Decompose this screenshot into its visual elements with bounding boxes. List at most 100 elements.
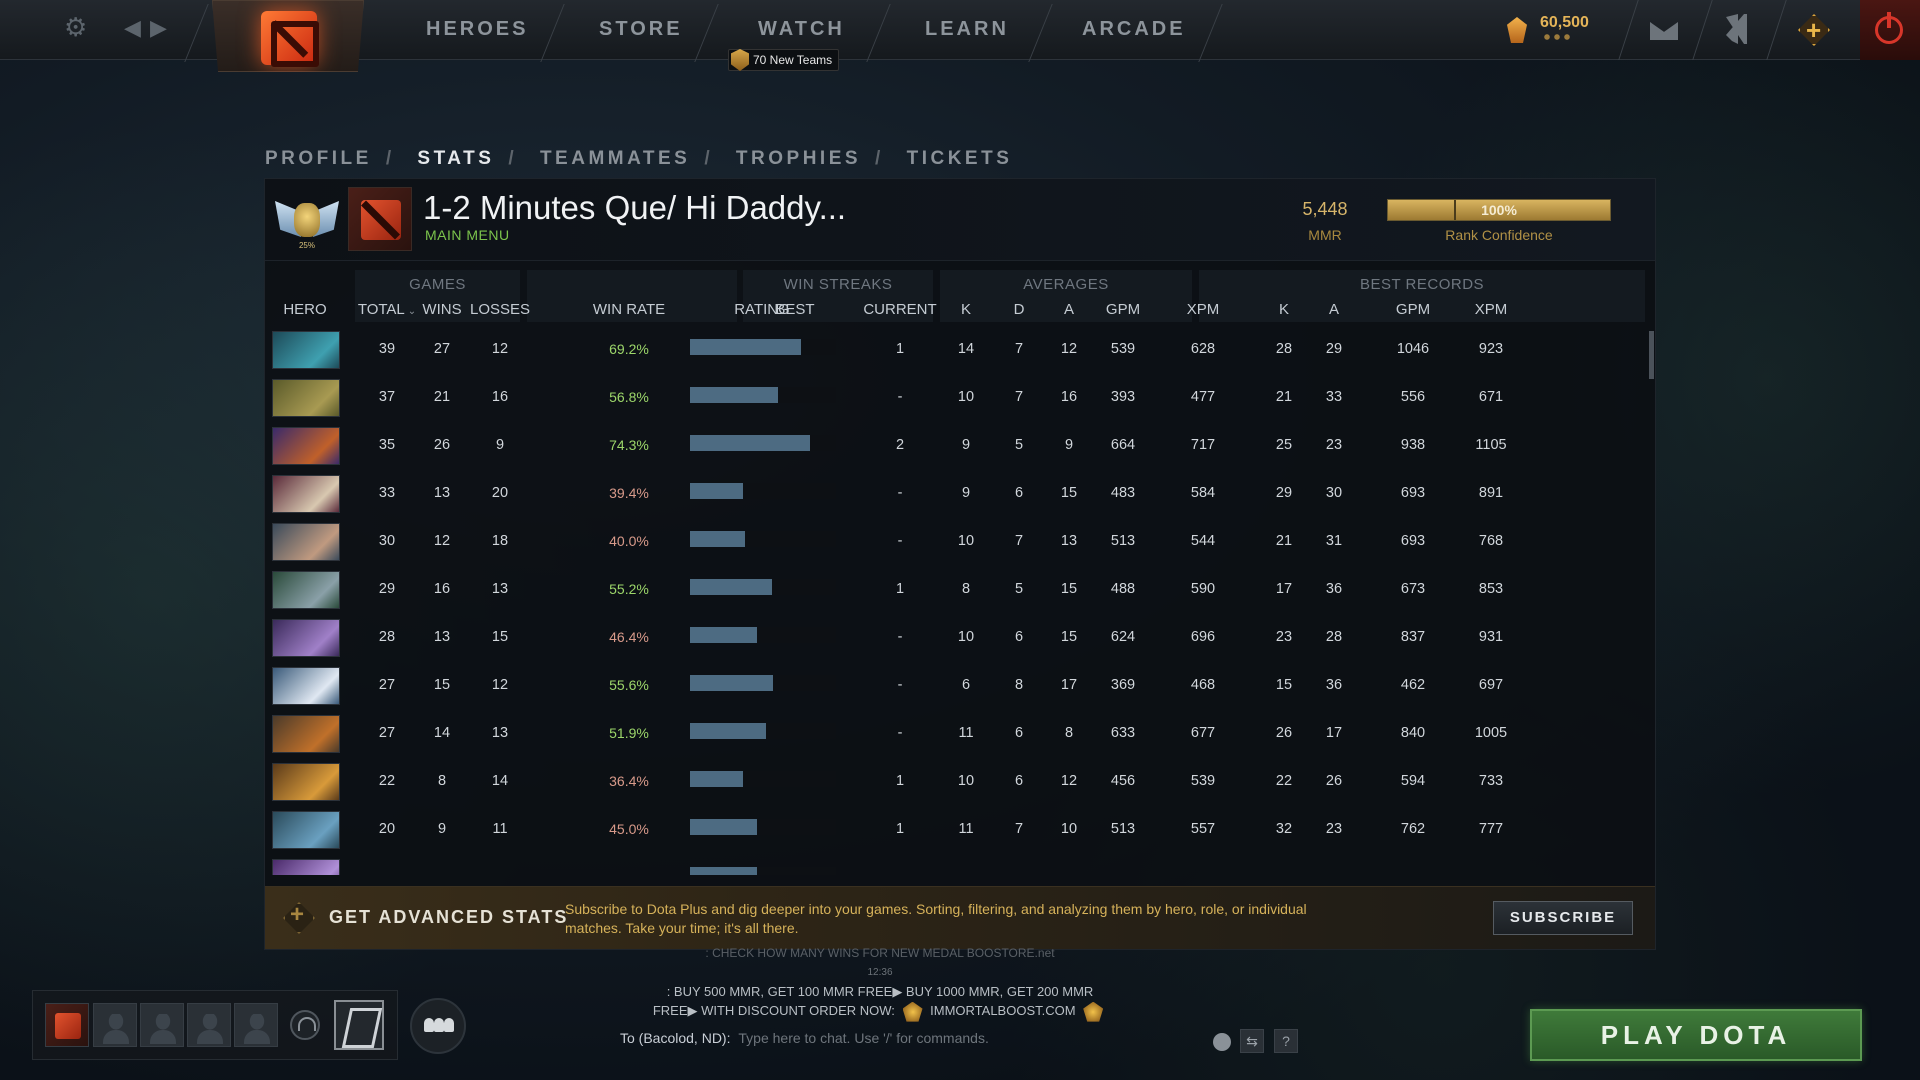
nav-store[interactable]: STORE [599, 18, 683, 41]
table-row[interactable]: 2714135-11686336772617840100551.9% [265, 711, 1655, 759]
chat-line: FREE▶ WITH DISCOUNT ORDER NOW: IMMORTALB… [600, 1001, 1160, 1022]
hero-portrait[interactable] [272, 523, 340, 561]
person-icon [424, 1018, 434, 1032]
group-title-games: GAMES [409, 276, 466, 293]
scrollbar-thumb[interactable] [1649, 331, 1654, 379]
cell-bk: 28 [1275, 341, 1293, 357]
table-row[interactable]: 228142110612456539222659473336.4% [265, 759, 1655, 807]
party-slot-empty[interactable] [93, 1003, 137, 1047]
chat-input[interactable]: To (Bacolod, ND): Type here to chat. Use… [620, 1030, 989, 1046]
cell-gpm: 456 [1110, 773, 1136, 789]
table-row[interactable]: 3721166-10716393477213355667156.8% [265, 375, 1655, 423]
party-slot-empty[interactable] [140, 1003, 184, 1047]
cell-total: 37 [378, 389, 396, 405]
nav-learn[interactable]: LEARN [925, 18, 1009, 41]
table-row[interactable]: 2715128-6817369468153646269755.6% [265, 663, 1655, 711]
col-best-a[interactable]: A [1319, 301, 1349, 318]
nav-watch[interactable]: WATCH [758, 18, 845, 41]
nav-arcade[interactable]: ARCADE [1082, 18, 1186, 41]
nav-heroes[interactable]: HEROES [426, 18, 528, 41]
table-row[interactable]: 291613418515488590173667385355.2% [265, 567, 1655, 615]
tab-stats[interactable]: STATS [417, 148, 494, 169]
hero-portrait[interactable] [272, 763, 340, 801]
shards-balance[interactable]: 60,500 [1540, 14, 1589, 32]
rank-confidence-value: 100% [1481, 202, 1517, 218]
rank-percent: 25% [298, 241, 315, 250]
cell-bk: 32 [1275, 821, 1293, 837]
cell-bxpm: 931 [1478, 629, 1504, 645]
cell-current: 1 [895, 821, 905, 837]
cell-wins: 21 [433, 389, 451, 405]
cell-gpm: 513 [1110, 533, 1136, 549]
cell-gpm: 539 [1110, 341, 1136, 357]
armory-icon[interactable] [1726, 14, 1747, 44]
cell-wins: 27 [433, 341, 451, 357]
table-row[interactable]: 209113111710513557322376277745.0% [265, 807, 1655, 855]
cell-losses: 9 [495, 437, 505, 453]
emoticon-icon[interactable] [1213, 1033, 1231, 1051]
cell-win-rate: 36.4% [609, 773, 649, 789]
tab-profile[interactable]: PROFILE [265, 148, 372, 169]
cell-bxpm: 853 [1478, 581, 1504, 597]
hero-portrait[interactable] [272, 715, 340, 753]
col-avg-d[interactable]: D [1004, 301, 1034, 318]
chat-line-link[interactable]: IMMORTALBOOST.COM [930, 1003, 1075, 1018]
col-avg-a[interactable]: A [1054, 301, 1084, 318]
col-avg-k[interactable]: K [951, 301, 981, 318]
rating-bar-fill [690, 819, 757, 835]
col-wins[interactable]: WINS [417, 301, 467, 318]
col-avg-gpm[interactable]: GPM [1098, 301, 1148, 318]
avatar[interactable] [348, 187, 412, 251]
table-row[interactable]: 2813153-10615624696232883793146.4% [265, 615, 1655, 663]
help-icon[interactable]: ? [1274, 1029, 1298, 1053]
hero-portrait[interactable] [272, 859, 340, 875]
cell-bgpm: 1046 [1396, 341, 1430, 357]
cell-gpm: 369 [1110, 677, 1136, 693]
hero-portrait[interactable] [272, 427, 340, 465]
party-slot-self[interactable] [45, 1003, 89, 1047]
col-best-gpm[interactable]: GPM [1383, 301, 1443, 318]
dota-logo-tab[interactable] [212, 0, 364, 72]
col-total[interactable]: TOTAL ⌄ [357, 301, 417, 318]
table-row[interactable]: 35269829596647172523938110574.3% [265, 423, 1655, 471]
col-best-k[interactable]: K [1269, 301, 1299, 318]
party-slot-empty[interactable] [187, 1003, 231, 1047]
tab-tickets[interactable]: TICKETS [907, 148, 1013, 169]
table-row[interactable] [265, 855, 1655, 875]
hero-portrait[interactable] [272, 619, 340, 657]
battle-pass-icon[interactable] [334, 1000, 384, 1050]
col-win-rate[interactable]: WIN RATE [579, 301, 679, 318]
col-best-streak[interactable]: BEST [755, 301, 835, 318]
watch-badge[interactable]: 70 New Teams [728, 49, 840, 71]
rank-medal-icon[interactable]: 25% [275, 187, 339, 251]
player-status: MAIN MENU [425, 227, 510, 243]
hero-portrait[interactable] [272, 379, 340, 417]
cell-win-rate: 51.9% [609, 725, 649, 741]
col-current-streak[interactable]: CURRENT [855, 301, 945, 318]
mail-icon[interactable] [1650, 22, 1678, 40]
party-finder-button[interactable] [410, 998, 466, 1054]
chat-settings-icon[interactable]: ⇆ [1240, 1029, 1264, 1053]
forward-arrow-icon[interactable]: ▶ [150, 15, 167, 41]
col-best-xpm[interactable]: XPM [1461, 301, 1521, 318]
tab-teammates[interactable]: TEAMMATES [540, 148, 690, 169]
table-row[interactable]: 3313203-9615483584293069389139.4% [265, 471, 1655, 519]
cell-bxpm: 891 [1478, 485, 1504, 501]
hero-portrait[interactable] [272, 331, 340, 369]
table-row[interactable]: 39271271147125396282829104692369.2% [265, 327, 1655, 375]
hero-portrait[interactable] [272, 811, 340, 849]
hero-portrait[interactable] [272, 667, 340, 705]
hero-portrait[interactable] [272, 571, 340, 609]
table-row[interactable]: 3012182-10713513544213169376840.0% [265, 519, 1655, 567]
party-slot-empty[interactable] [234, 1003, 278, 1047]
headset-icon[interactable] [290, 1010, 320, 1040]
gear-icon[interactable]: ⚙ [64, 12, 87, 43]
tab-trophies[interactable]: TROPHIES [736, 148, 861, 169]
hero-portrait[interactable] [272, 475, 340, 513]
col-losses[interactable]: LOSSES [467, 301, 533, 318]
play-dota-button[interactable]: PLAY DOTA [1530, 1009, 1862, 1061]
back-arrow-icon[interactable]: ◀ [124, 15, 141, 41]
subscribe-button[interactable]: SUBSCRIBE [1493, 901, 1633, 935]
cell-current: 1 [895, 581, 905, 597]
col-avg-xpm[interactable]: XPM [1178, 301, 1228, 318]
